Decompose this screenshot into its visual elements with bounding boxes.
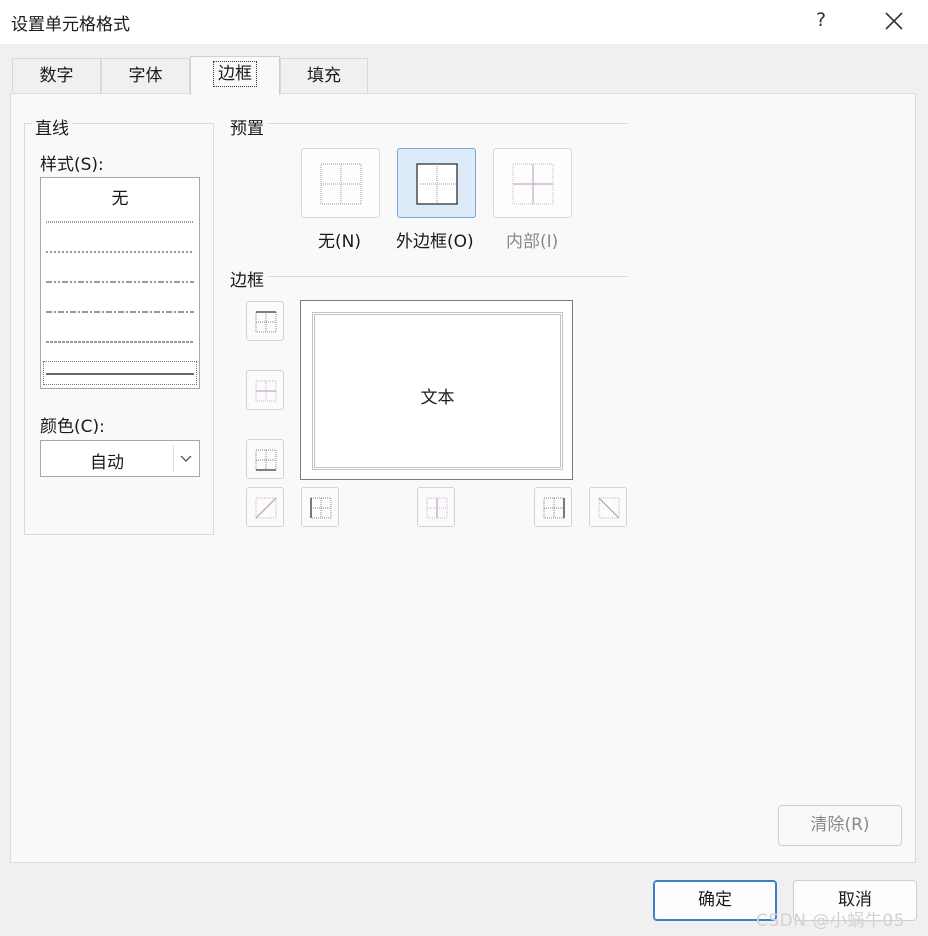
border-preview-text: 文本 [420,388,455,408]
presets-title: 预置 [230,119,264,139]
border-diagonal-up-button[interactable] [246,487,284,527]
border-title: 边框 [230,271,264,291]
tab-font-label: 字体 [128,66,163,86]
line-group-title: 直线 [32,114,72,139]
chevron-down-icon [180,455,192,462]
line-style-hairline[interactable] [44,218,196,226]
close-icon [885,12,903,30]
border-separator [268,276,628,277]
border-inside-vertical-icon [426,497,448,519]
color-label: 颜色(C): [40,417,105,437]
tab-font[interactable]: 字体 [101,58,190,94]
tab-fill[interactable]: 填充 [280,58,368,94]
border-inside-horizontal-icon [255,380,277,402]
diagonal-down-icon [598,497,620,519]
tab-fill-label: 填充 [307,66,341,86]
border-left-button[interactable] [301,487,339,527]
border-bottom-icon [255,449,277,471]
tab-border-label: 边框 [213,61,257,87]
border-diagonal-down-button[interactable] [589,487,627,527]
preset-none-button[interactable] [301,148,380,218]
line-style-thin [46,373,194,375]
border-inside-vertical-button [417,487,455,527]
title-bar: 设置单元格格式 ? [0,0,928,44]
help-button[interactable]: ? [816,9,826,31]
border-preview[interactable]: 文本 [300,300,573,480]
border-top-button[interactable] [246,301,284,341]
preset-inside-button [493,148,572,218]
preset-inside-label: 内部(I) [506,232,559,252]
clear-button: 清除(R) [778,805,902,846]
border-right-button[interactable] [534,487,572,527]
border-bottom-button[interactable] [246,439,284,479]
color-select-divider [173,445,174,472]
line-style-list[interactable]: 无 [40,177,200,389]
preset-none-label: 无(N) [318,232,361,252]
close-button[interactable] [876,4,912,38]
border-inside-horizontal-button [246,370,284,410]
line-style-thin-selected[interactable] [43,361,197,385]
watermark: CSDN @小蜗牛05 [756,911,906,931]
line-style-dotted[interactable] [44,248,196,256]
border-left-icon [310,497,332,519]
line-style-dashed[interactable] [44,338,196,346]
color-select[interactable]: 自动 [40,440,200,477]
presets-separator [268,123,628,124]
diagonal-up-icon [255,497,277,519]
preset-outline-label: 外边框(O) [396,232,474,252]
line-style-dash-dot-dot[interactable] [44,278,196,286]
preset-outline-button[interactable] [397,148,476,218]
border-right-icon [543,497,565,519]
tab-number-label: 数字 [39,66,74,86]
preset-outline-icon [416,163,458,205]
style-label: 样式(S): [40,155,104,175]
tab-border[interactable]: 边框 [190,56,280,95]
window-title: 设置单元格格式 [11,15,130,35]
preset-inside-icon [512,163,554,205]
line-style-dash-dot[interactable] [44,308,196,316]
color-select-value: 自动 [90,453,124,473]
tab-number[interactable]: 数字 [12,58,101,94]
border-top-icon [255,311,277,333]
line-style-none[interactable]: 无 [41,184,199,209]
preset-none-icon [320,163,362,205]
